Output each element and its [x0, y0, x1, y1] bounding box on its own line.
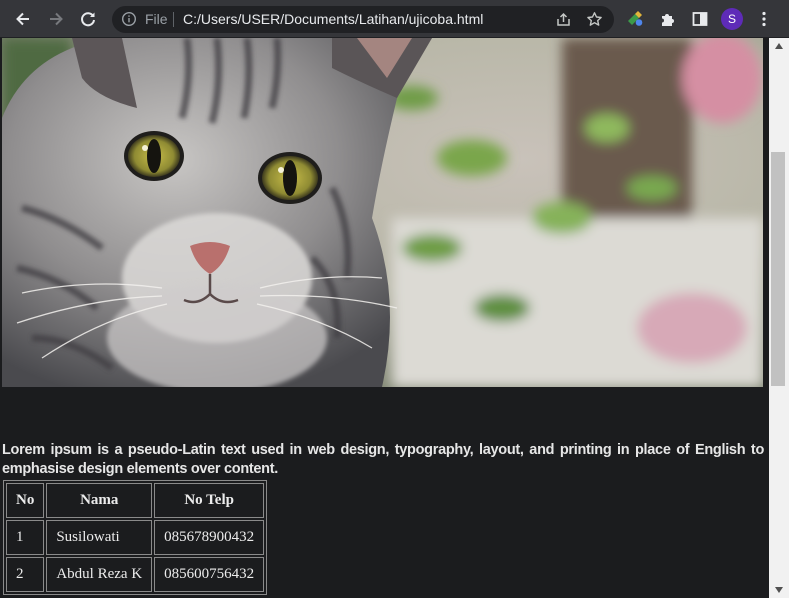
browser-toolbar: File C:/Users/USER/Documents/Latihan/uji… — [0, 0, 789, 38]
avatar-initial: S — [727, 12, 736, 26]
bookmark-star-icon[interactable] — [586, 11, 603, 28]
vertical-scrollbar[interactable] — [769, 38, 789, 598]
back-button[interactable] — [11, 7, 35, 31]
scroll-up-arrow-icon — [775, 43, 783, 49]
info-icon[interactable] — [121, 11, 137, 27]
address-bar[interactable]: File C:/Users/USER/Documents/Latihan/uji… — [112, 6, 614, 33]
cell-nama: Susilowati — [46, 520, 153, 555]
reload-button[interactable] — [76, 7, 100, 31]
more-vertical-icon — [762, 11, 766, 27]
side-panel-icon — [692, 12, 708, 26]
file-scheme-label: File — [145, 11, 168, 27]
extension-app-icon — [628, 11, 643, 26]
extension-button[interactable] — [623, 7, 647, 31]
cat-image — [2, 38, 763, 387]
puzzle-piece-icon — [662, 14, 674, 26]
cell-no-telp: 085678900432 — [154, 520, 265, 555]
url-text[interactable]: C:/Users/USER/Documents/Latihan/ujicoba.… — [183, 11, 483, 28]
lorem-paragraph: Lorem ipsum is a pseudo-Latin text used … — [2, 442, 764, 477]
side-panel-button[interactable] — [688, 7, 712, 31]
reload-icon — [81, 12, 95, 27]
page-viewport: Lorem ipsum is a pseudo-Latin text used … — [0, 38, 769, 598]
cell-no: 2 — [6, 557, 45, 592]
header-no: No — [6, 483, 45, 518]
table-row: 2 Abdul Reza K 085600756432 — [6, 557, 265, 592]
address-separator — [173, 12, 174, 27]
profile-avatar[interactable]: S — [721, 8, 743, 30]
scroll-down-arrow-icon — [775, 587, 783, 593]
forward-button[interactable] — [44, 7, 68, 31]
forward-arrow-icon — [50, 12, 63, 26]
header-nama: Nama — [46, 483, 153, 518]
scroll-down-button[interactable] — [769, 582, 789, 598]
cell-no: 1 — [6, 520, 45, 555]
cell-nama: Abdul Reza K — [46, 557, 153, 592]
cat-photo-icon — [2, 38, 763, 387]
table-row: 1 Susilowati 085678900432 — [6, 520, 265, 555]
scrollbar-thumb[interactable] — [771, 152, 785, 386]
table-header-row: No Nama No Telp — [6, 483, 265, 518]
share-icon[interactable] — [555, 11, 572, 28]
header-no-telp: No Telp — [154, 483, 265, 518]
extensions-menu-button[interactable] — [656, 7, 680, 31]
back-arrow-icon — [16, 12, 29, 26]
browser-menu-button[interactable] — [752, 7, 776, 31]
contact-table: No Nama No Telp 1 Susilowati 08567890043… — [3, 480, 268, 595]
cell-no-telp: 085600756432 — [154, 557, 265, 592]
scroll-up-button[interactable] — [769, 38, 789, 54]
